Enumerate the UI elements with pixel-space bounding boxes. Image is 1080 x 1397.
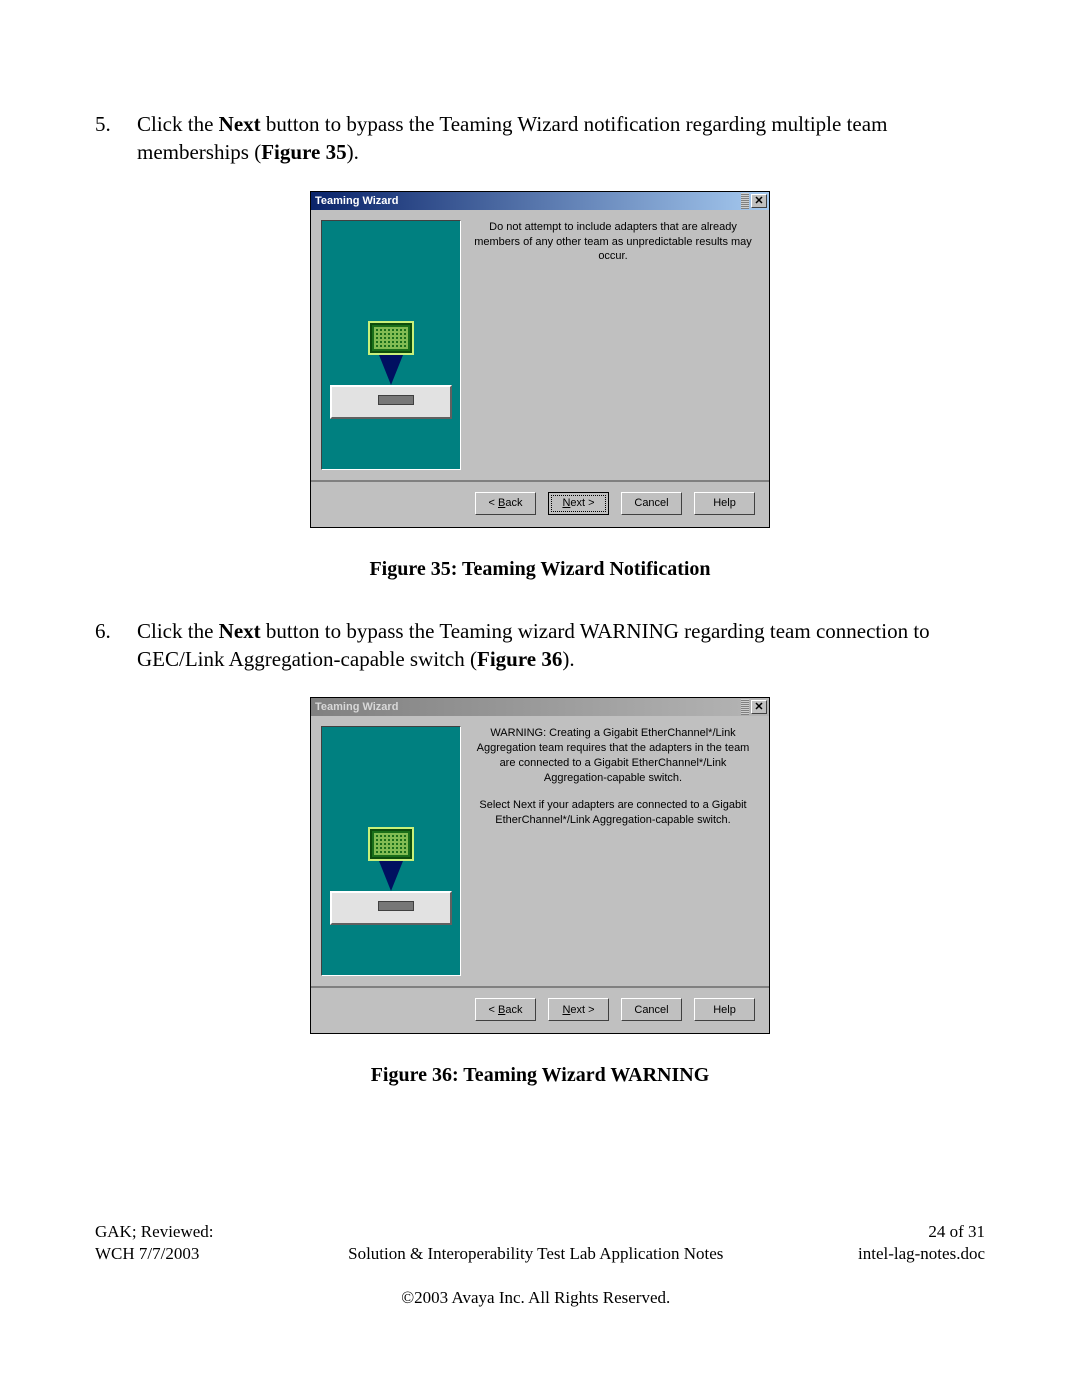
step-5-pre: Click the [137, 112, 219, 136]
close-icon[interactable]: ✕ [751, 194, 767, 208]
grip-icon [741, 193, 749, 209]
dialog2-warning: WARNING: Creating a Gigabit EtherChannel… [471, 726, 755, 785]
help-button[interactable]: Help [694, 998, 755, 1021]
footer-center: Solution & Interoperability Test Lab App… [214, 1221, 858, 1331]
figure-36-caption: Figure 36: Teaming Wizard WARNING [95, 1064, 985, 1087]
dialog2-titlebar: Teaming Wizard ✕ [311, 698, 769, 716]
step-5-text: Click the Next button to bypass the Team… [137, 110, 985, 167]
step-5-bold-next: Next [219, 112, 261, 136]
step-6-pre: Click the [137, 619, 219, 643]
teaming-wizard-dialog-2: Teaming Wizard ✕ WARNING: Creating a Gig… [310, 697, 770, 1034]
dialog2-note: Select Next if your adapters are connect… [471, 798, 755, 828]
dialog2-illustration [321, 726, 461, 976]
dialog1-titlebar: Teaming Wizard ✕ [311, 192, 769, 210]
back-button[interactable]: < Back [475, 492, 536, 515]
footer-center-line2: ©2003 Avaya Inc. All Rights Reserved. [214, 1287, 858, 1309]
step-6-figref: Figure 36 [477, 647, 562, 671]
step-6: 6. Click the Next button to bypass the T… [95, 617, 985, 674]
next-button[interactable]: Next > [548, 492, 609, 515]
dialog1-title: Teaming Wizard [315, 195, 398, 207]
dialog1-illustration [321, 220, 461, 470]
footer-right: 24 of 31 intel-lag-notes.doc [858, 1221, 985, 1331]
footer-center-line1: Solution & Interoperability Test Lab App… [214, 1243, 858, 1265]
step-5-figref: Figure 35 [261, 140, 346, 164]
cancel-button[interactable]: Cancel [621, 492, 682, 515]
grip-icon [741, 699, 749, 715]
next-button[interactable]: Next > [548, 998, 609, 1021]
cancel-button[interactable]: Cancel [621, 998, 682, 1021]
step-6-text: Click the Next button to bypass the Team… [137, 617, 985, 674]
step-6-bold-next: Next [219, 619, 261, 643]
help-button[interactable]: Help [694, 492, 755, 515]
close-icon[interactable]: ✕ [751, 700, 767, 714]
dialog2-button-row: < Back Next > Cancel Help [461, 988, 769, 1033]
dialog1-button-row: < Back Next > Cancel Help [461, 482, 769, 527]
back-button[interactable]: < Back [475, 998, 536, 1021]
step-5: 5. Click the Next button to bypass the T… [95, 110, 985, 167]
step-6-number: 6. [95, 617, 137, 674]
step-6-post: ). [562, 647, 574, 671]
dialog2-title: Teaming Wizard [315, 701, 398, 713]
footer-left: GAK; Reviewed: WCH 7/7/2003 [95, 1221, 214, 1331]
dialog1-message: Do not attempt to include adapters that … [471, 220, 755, 265]
teaming-wizard-dialog-1: Teaming Wizard ✕ Do not attempt to inclu… [310, 191, 770, 528]
step-5-post: ). [347, 140, 359, 164]
page-footer: GAK; Reviewed: WCH 7/7/2003 Solution & I… [95, 1221, 985, 1331]
figure-35-caption: Figure 35: Teaming Wizard Notification [95, 558, 985, 581]
step-5-number: 5. [95, 110, 137, 167]
